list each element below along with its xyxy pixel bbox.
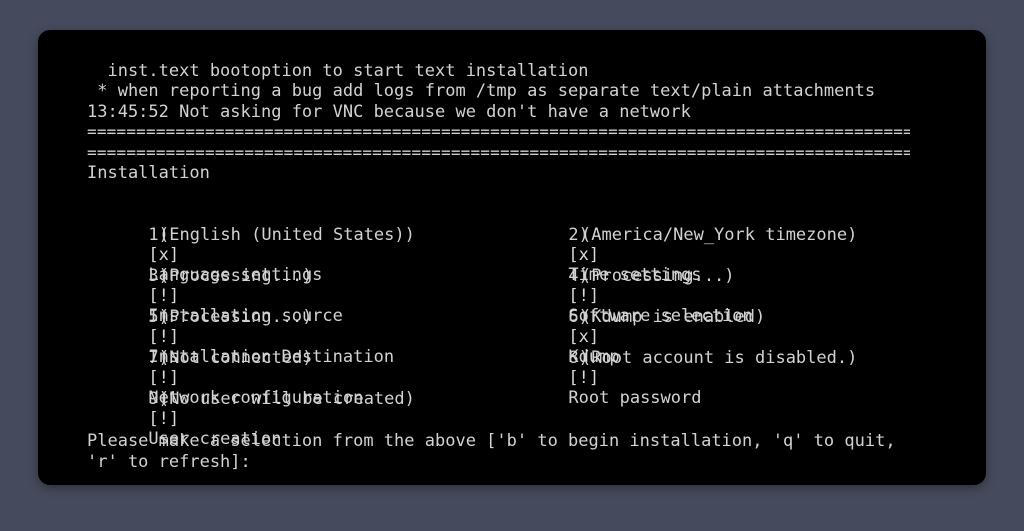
- text-console[interactable]: inst.text bootoption to start text insta…: [38, 30, 986, 485]
- menu-item-detail: (Processing...): [159, 307, 313, 327]
- menu-item-detail: (Not connected): [159, 348, 313, 368]
- menu-item-installation-source[interactable]: 3) [!] Installation source: [87, 246, 342, 326]
- menu-item-language-settings[interactable]: 1) [x] Language settings: [87, 205, 322, 285]
- refresh-prompt-line[interactable]: 'r' to refresh]:: [87, 452, 251, 472]
- separator-line: [87, 146, 910, 160]
- menu-item-label: Root password: [568, 388, 702, 408]
- menu-item-detail: (Processing...): [159, 266, 313, 286]
- menu-item-kdump[interactable]: 6) [x] Kdump: [507, 287, 619, 367]
- bug-report-note-line: * when reporting a bug add logs from /tm…: [87, 81, 876, 101]
- menu-item-detail: (No user will be created): [159, 389, 415, 409]
- vnc-status-line: 13:45:52 Not asking for VNC because we d…: [87, 102, 691, 122]
- menu-item-software-selection[interactable]: 4) [!] Software selection: [507, 246, 752, 326]
- menu-item-root-password[interactable]: 8) [!] Root password: [507, 328, 701, 408]
- menu-item-detail: (English (United States)): [159, 225, 415, 245]
- menu-item-detail: (Root account is disabled.): [581, 348, 858, 368]
- menu-item-installation-destination[interactable]: 5) [!] Installation Destination: [87, 287, 394, 367]
- menu-item-detail: (America/New_York timezone): [581, 225, 858, 245]
- menu-item-user-creation[interactable]: 9) [!] User creation: [87, 369, 281, 449]
- menu-item-detail: (Kdump is enabled): [581, 307, 766, 327]
- bootoption-text-line: inst.text bootoption to start text insta…: [87, 61, 589, 81]
- status-mark: [!]: [148, 409, 180, 429]
- menu-item-network-configuration[interactable]: 7) [!] Network configuration: [87, 328, 363, 408]
- menu-item-time-settings[interactable]: 2) [x] Time settings: [507, 205, 701, 285]
- terminal-window[interactable]: inst.text bootoption to start text insta…: [38, 30, 986, 485]
- selection-prompt-line: Please make a selection from the above […: [87, 431, 896, 451]
- separator-line: [87, 125, 910, 139]
- status-mark: [!]: [568, 368, 600, 388]
- installation-heading: Installation: [87, 163, 210, 183]
- menu-item-detail: (Processing...): [581, 266, 735, 286]
